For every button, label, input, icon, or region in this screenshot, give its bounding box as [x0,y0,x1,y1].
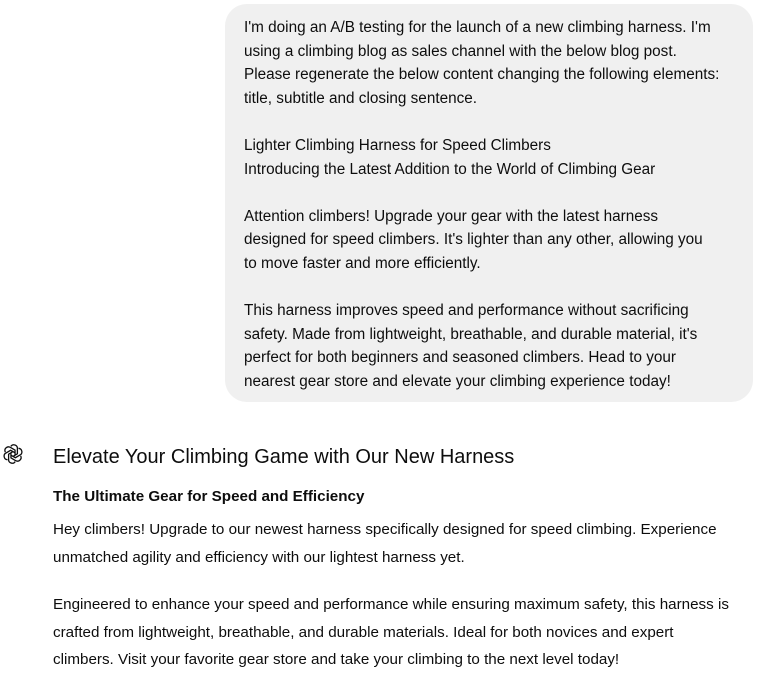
response-title: Elevate Your Climbing Game with Our New … [53,446,515,468]
user-post-body-1: Attention climbers! Upgrade your gear wi… [244,205,735,276]
response-line: Engineered to enhance your speed and per… [53,596,729,613]
response-line: climbers. Visit your favorite gear store… [53,651,620,668]
user-intro-line: I'm doing an A/B testing for the launch … [244,19,711,36]
response-line: unmatched agility and efficiency with ou… [53,548,465,566]
assistant-message: Elevate Your Climbing Game with Our New … [53,442,753,674]
user-post-subtitle: Introducing the Latest Addition to the W… [244,160,656,178]
user-post-title: Lighter Climbing Harness for Speed Climb… [244,136,551,154]
chat-page: I'm doing an A/B testing for the launch … [0,0,757,682]
user-post-body-2: This harness improves speed and performa… [244,299,735,393]
openai-logo-icon [3,444,23,464]
user-message-bubble: I'm doing an A/B testing for the launch … [225,4,753,402]
response-line: crafted from lightweight, breathable, an… [53,623,674,641]
user-body-line: This harness improves speed and performa… [244,302,689,320]
user-body-line: safety. Made from lightweight, breathabl… [244,325,698,343]
user-body-line: to move faster and more efficiently. [244,254,481,272]
user-body-line: nearest gear store and elevate your clim… [244,372,671,390]
user-body-line: perfect for both beginners and seasoned … [244,349,676,367]
user-intro: I'm doing an A/B testing for the launch … [244,16,735,110]
user-intro-line: using a climbing blog as sales channel w… [244,42,677,60]
user-body-line: designed for speed climbers. It's lighte… [244,231,703,249]
response-paragraph-2: Engineered to enhance your speed and per… [53,591,753,674]
user-intro-line: Please regenerate the below content chan… [244,66,720,84]
user-intro-line: title, subtitle and closing sentence. [244,89,477,107]
user-body-line: Attention climbers! Upgrade your gear wi… [244,207,659,225]
response-subtitle: The Ultimate Gear for Speed and Efficien… [53,488,365,505]
response-paragraph-1: Hey climbers! Upgrade to our newest harn… [53,516,753,571]
user-post-heading: Lighter Climbing Harness for Speed Climb… [244,134,735,181]
response-line: Hey climbers! Upgrade to our newest harn… [53,521,717,538]
